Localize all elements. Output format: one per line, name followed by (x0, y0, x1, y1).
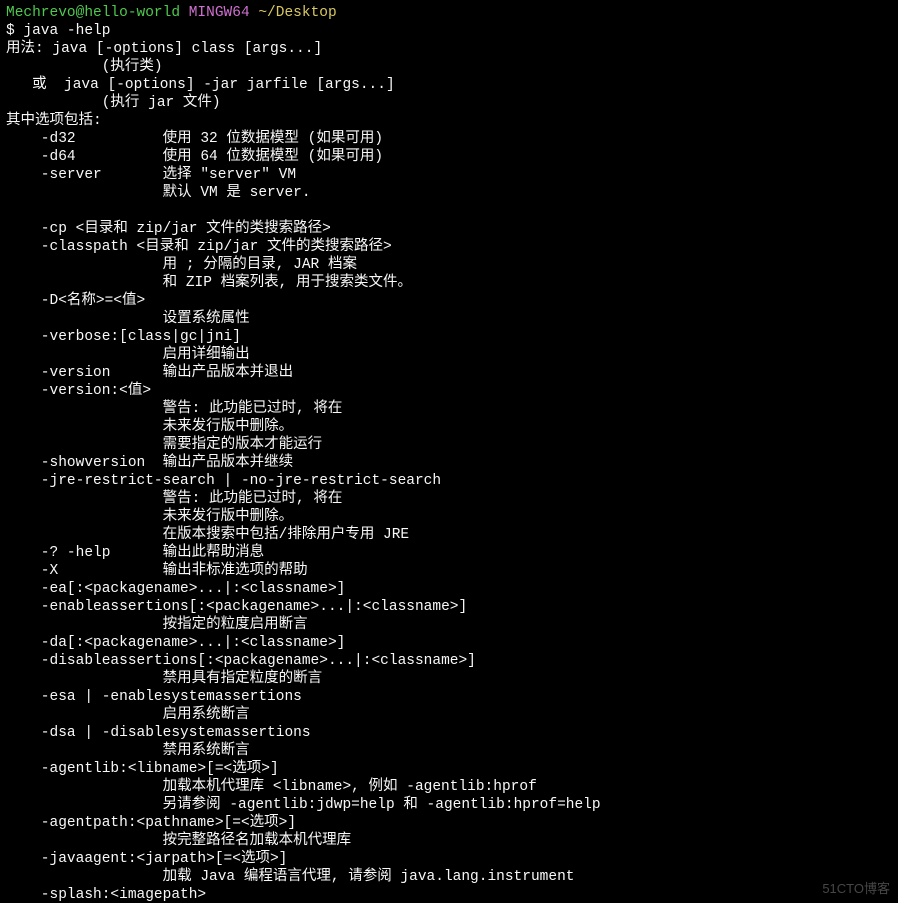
prompt-user: Mechrevo@hello-world (6, 5, 180, 21)
prompt-path: ~/Desktop (258, 5, 336, 21)
help-output: 用法: java [-options] class [args...] (执行类… (6, 41, 786, 903)
command-text[interactable]: java -help (23, 23, 110, 39)
prompt-symbol: $ (6, 23, 23, 39)
terminal-output: Mechrevo@hello-world MINGW64 ~/Desktop $… (0, 0, 898, 903)
prompt-host: MINGW64 (189, 5, 250, 21)
